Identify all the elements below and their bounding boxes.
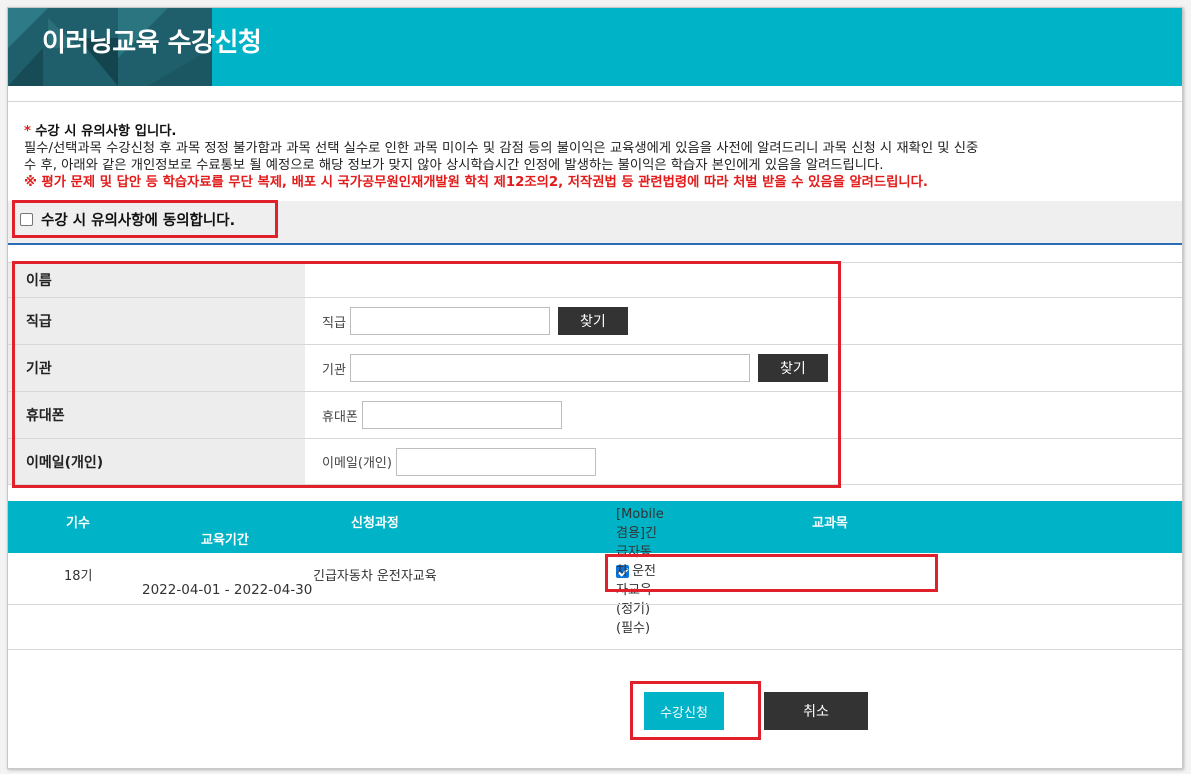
form-row-name: 이름	[8, 262, 1182, 297]
page-header: 이러닝교육 수강신청	[8, 8, 1182, 86]
agree-checkbox-label[interactable]: 수강 시 유의사항에 동의합니다.	[20, 209, 235, 230]
period-cell: 2022-04-01 - 2022-04-30	[142, 582, 313, 598]
term-header: 기수	[66, 516, 90, 531]
agree-bar: 수강 시 유의사항에 동의합니다.	[8, 201, 1182, 245]
header-sub-bar	[8, 86, 1182, 102]
email-label: 이메일(개인)	[8, 439, 305, 484]
required-marker: *	[24, 124, 31, 139]
agree-checkbox[interactable]	[20, 213, 33, 226]
screenshot-frame: 이러닝교육 수강신청 * 수강 시 유의사항 입니다. 필수/선택과목 수강신청…	[0, 0, 1191, 774]
name-label: 이름	[8, 263, 305, 297]
notice-text-2: 수 후, 아래와 같은 개인정보로 수료통보 될 예정으로 해당 정보가 맞지 …	[24, 158, 884, 173]
phone-label: 휴대폰	[8, 392, 305, 438]
course-table-header: 기수 교육기간 신청과정 교과목	[8, 501, 1182, 553]
course-cell: 긴급자동차 운전자교육	[313, 569, 437, 584]
email-input[interactable]	[395, 447, 596, 476]
notice-title: 수강 시 유의사항 입니다.	[35, 124, 177, 139]
agree-label: 수강 시 유의사항에 동의합니다.	[41, 213, 236, 229]
term-cell: 18기	[64, 569, 93, 584]
page-title: 이러닝교육 수강신청	[42, 28, 262, 58]
agency-search-button[interactable]: 찾기	[757, 354, 828, 382]
rank-label: 직급	[8, 298, 305, 344]
rank-field-label: 직급	[322, 315, 346, 331]
row-divider	[8, 649, 1182, 650]
subject-cell[interactable]: [Mobile 겸용]긴급자동차 운전자교육(정기)(필수)	[616, 507, 664, 636]
rank-cell: 직급 찾기	[305, 298, 1182, 344]
application-window: 이러닝교육 수강신청 * 수강 시 유의사항 입니다. 필수/선택과목 수강신청…	[7, 7, 1183, 769]
copyright-warning: ※ 평가 문제 및 답안 등 학습자료를 무단 복제, 배포 시 국가공무원인재…	[24, 175, 928, 190]
subject-header: 교과목	[812, 516, 848, 531]
row-divider	[8, 604, 1182, 605]
subject-label: [Mobile 겸용]긴급자동차 운전자교육(정기)(필수)	[616, 507, 664, 636]
period-header: 교육기간	[201, 533, 249, 548]
notice-box: * 수강 시 유의사항 입니다. 필수/선택과목 수강신청 후 과목 정정 불가…	[24, 123, 1182, 201]
course-header: 신청과정	[351, 516, 399, 531]
phone-cell: 휴대폰	[305, 392, 1182, 438]
phone-input[interactable]	[361, 401, 562, 429]
form-row-rank: 직급 직급 찾기	[8, 297, 1182, 344]
email-field-label: 이메일(개인)	[322, 456, 392, 471]
name-value	[305, 263, 1182, 297]
phone-field-label: 휴대폰	[322, 409, 358, 425]
apply-button[interactable]: 수강신청	[644, 692, 724, 730]
cancel-button[interactable]: 취소	[764, 692, 868, 730]
email-cell: 이메일(개인)	[305, 439, 1182, 484]
notice-text-1: 필수/선택과목 수강신청 후 과목 정정 불가함과 과목 선택 실수로 인한 과…	[24, 141, 979, 156]
agency-label: 기관	[8, 345, 305, 391]
notice-title-line: * 수강 시 유의사항 입니다.	[24, 123, 1182, 140]
form-row-agency: 기관 기관 찾기	[8, 344, 1182, 391]
agency-field-label: 기관	[322, 362, 346, 378]
form-row-phone: 휴대폰 휴대폰	[8, 391, 1182, 438]
form-row-email: 이메일(개인) 이메일(개인)	[8, 438, 1182, 485]
rank-input[interactable]	[349, 307, 550, 335]
table-row: 18기 2022-04-01 - 2022-04-30 긴급자동차 운전자교육 …	[8, 507, 1182, 636]
agency-cell: 기관 찾기	[305, 345, 1182, 391]
rank-search-button[interactable]: 찾기	[557, 307, 628, 335]
agency-input[interactable]	[349, 354, 750, 382]
